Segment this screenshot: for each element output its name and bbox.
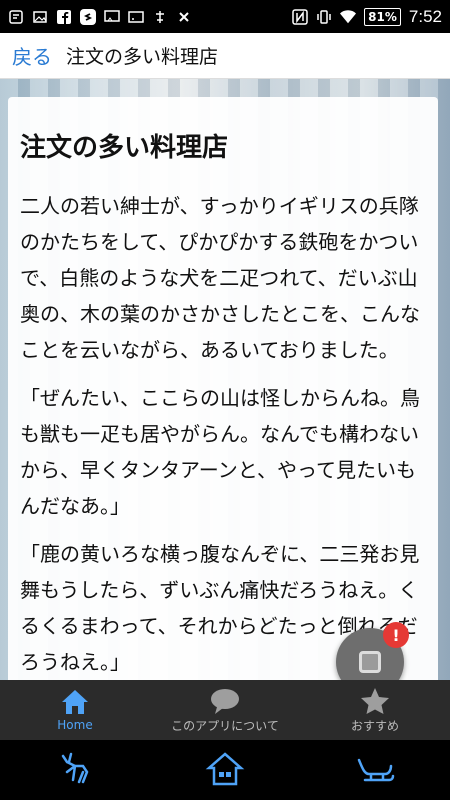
- no-sim-icon: [176, 9, 192, 25]
- cast-icon: [104, 9, 120, 25]
- app-bar: 戻る 注文の多い料理店: [0, 33, 450, 79]
- system-nav-bar: [0, 740, 450, 800]
- story-paragraph-1: 二人の若い紳士が、すっかりイギリスの兵隊のかたちをして、ぴかぴかする鉄砲をかつい…: [20, 194, 420, 362]
- tab-about-label: このアプリについて: [171, 718, 279, 733]
- sleigh-recents-icon[interactable]: [353, 748, 397, 792]
- back-button[interactable]: 戻る: [12, 41, 52, 70]
- status-bar-notifications: [8, 8, 192, 25]
- page-title: 注文の多い料理店: [66, 46, 219, 68]
- mute-icon: [152, 9, 168, 25]
- photo-icon: [32, 9, 48, 25]
- battery-indicator: 81%: [364, 7, 401, 26]
- tab-recommend-label: おすすめ: [350, 718, 399, 733]
- tab-about[interactable]: このアプリについて: [150, 680, 300, 740]
- wifi-icon: [340, 9, 357, 25]
- chat-bubble-icon: [209, 687, 241, 715]
- status-bar: 81% 7:52: [0, 0, 450, 33]
- home-icon: [60, 688, 90, 716]
- reindeer-back-icon[interactable]: [53, 748, 97, 792]
- star-icon: [360, 687, 390, 715]
- tab-bar: Home このアプリについて おすすめ: [0, 680, 450, 740]
- notification-icon: [8, 9, 24, 25]
- story-body: 二人の若い紳士が、すっかりイギリスの兵隊のかたちをして、ぴかぴかする鉄砲をかつい…: [20, 188, 426, 680]
- tab-home[interactable]: Home: [0, 680, 150, 740]
- house-home-icon[interactable]: [203, 748, 247, 792]
- nfc-icon: [292, 8, 308, 25]
- status-bar-system: 81% 7:52: [292, 7, 442, 27]
- alert-badge: !: [383, 622, 409, 648]
- story-paragraph-2: 「ぜんたい、ここらの山は怪しからんね。鳥も獣も一疋も居やがらん。なんでも構わない…: [20, 386, 420, 518]
- clock: 7:52: [408, 6, 442, 26]
- stop-icon: [359, 651, 381, 673]
- shazam-icon: [80, 8, 96, 25]
- vibrate-icon: [316, 9, 332, 25]
- tab-recommend[interactable]: おすすめ: [300, 680, 450, 740]
- tv-icon: [128, 9, 144, 25]
- story-card[interactable]: 注文の多い料理店 二人の若い紳士が、すっかりイギリスの兵隊のかたちをして、ぴかぴ…: [8, 97, 438, 697]
- story-title: 注文の多い料理店: [20, 133, 229, 163]
- facebook-icon: [56, 9, 72, 25]
- tab-home-label: Home: [57, 718, 93, 732]
